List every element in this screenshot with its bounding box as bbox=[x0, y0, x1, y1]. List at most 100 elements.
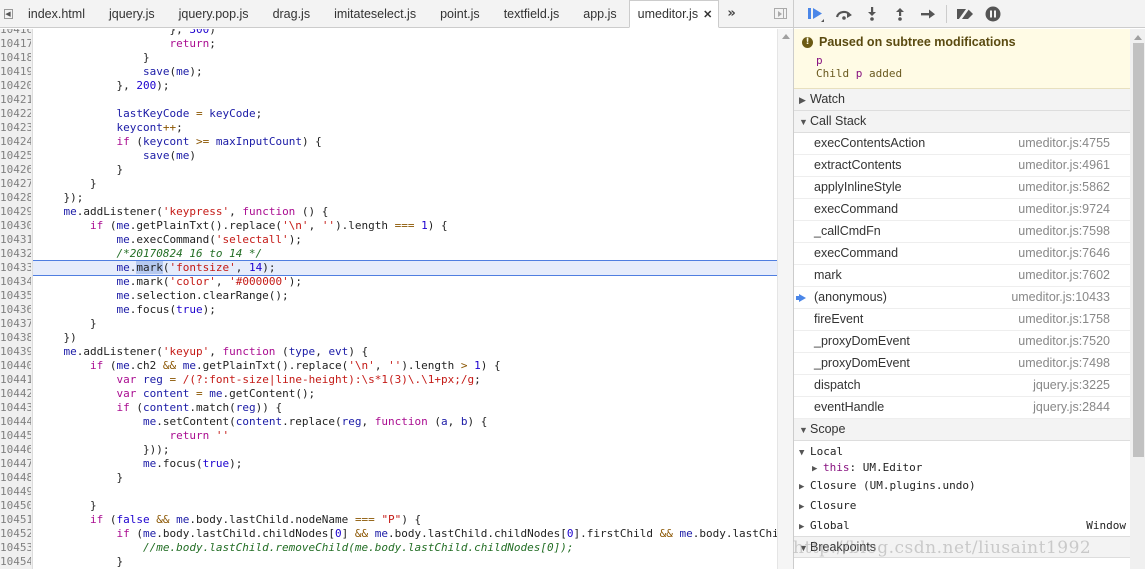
line-number[interactable]: 10427 bbox=[0, 177, 31, 191]
tab-index-html[interactable]: index.html bbox=[16, 0, 97, 27]
line-number[interactable]: 10444 bbox=[0, 415, 31, 429]
toggle-navigator-button[interactable]: ◀ bbox=[0, 0, 16, 27]
frame-location-link[interactable]: umeditor.js:4961 bbox=[1018, 155, 1110, 176]
call-frame[interactable]: execCommand umeditor.js:9724 bbox=[794, 199, 1130, 221]
line-number[interactable]: 10433 bbox=[0, 261, 31, 275]
step-out-button[interactable] bbox=[886, 0, 914, 28]
step-over-button[interactable] bbox=[830, 0, 858, 28]
code-line[interactable]: 10417 return; bbox=[0, 37, 777, 51]
code-line-current[interactable]: 10433 me.mark('fontsize', 14); bbox=[0, 260, 777, 276]
line-number[interactable]: 10416 bbox=[0, 29, 31, 37]
code-line[interactable]: 10425 save(me) bbox=[0, 149, 777, 163]
frame-location-link[interactable]: umeditor.js:1758 bbox=[1018, 309, 1110, 330]
tab-textfield-js[interactable]: textfield.js bbox=[492, 0, 572, 27]
line-number[interactable]: 10428 bbox=[0, 191, 31, 205]
call-frame[interactable]: mark umeditor.js:7602 bbox=[794, 265, 1130, 287]
step-button[interactable] bbox=[914, 0, 942, 28]
code-line[interactable]: 10421 bbox=[0, 93, 777, 107]
call-frame[interactable]: execContentsAction umeditor.js:4755 bbox=[794, 133, 1130, 155]
resume-button[interactable] bbox=[802, 0, 830, 28]
debugger-scrollbar[interactable] bbox=[1130, 29, 1145, 569]
line-number[interactable]: 10422 bbox=[0, 107, 31, 121]
line-number[interactable]: 10436 bbox=[0, 303, 31, 317]
line-number[interactable]: 10430 bbox=[0, 219, 31, 233]
line-number[interactable]: 10438 bbox=[0, 331, 31, 345]
frame-location-link[interactable]: umeditor.js:9724 bbox=[1018, 199, 1110, 220]
line-number[interactable]: 10420 bbox=[0, 79, 31, 93]
code-line[interactable]: 10426 } bbox=[0, 163, 777, 177]
code-line[interactable]: 10427 } bbox=[0, 177, 777, 191]
tab-imitateselect-js[interactable]: imitateselect.js bbox=[322, 0, 428, 27]
code-line[interactable]: 10422 lastKeyCode = keyCode; bbox=[0, 107, 777, 121]
tab-jquery-pop-js[interactable]: jquery.pop.js bbox=[167, 0, 261, 27]
line-number[interactable]: 10419 bbox=[0, 65, 31, 79]
line-number[interactable]: 10449 bbox=[0, 485, 31, 499]
frame-location-link[interactable]: umeditor.js:7598 bbox=[1018, 221, 1110, 242]
more-tabs-button[interactable]: » bbox=[719, 0, 743, 27]
call-frame[interactable]: dispatch jquery.js:3225 bbox=[794, 375, 1130, 397]
call-frame[interactable]: extractContents umeditor.js:4961 bbox=[794, 155, 1130, 177]
frame-location-link[interactable]: umeditor.js:7646 bbox=[1018, 243, 1110, 264]
scope-closure-undo[interactable]: ▶ Closure (UM.plugins.undo) bbox=[794, 476, 1130, 496]
pause-on-exceptions-button[interactable] bbox=[979, 0, 1007, 28]
step-into-button[interactable] bbox=[858, 0, 886, 28]
code-line[interactable]: 10416 }, 300) bbox=[0, 29, 777, 37]
line-number[interactable]: 10454 bbox=[0, 555, 31, 569]
call-frame-current[interactable]: (anonymous) umeditor.js:10433 bbox=[794, 287, 1130, 309]
call-frame[interactable]: eventHandle jquery.js:2844 bbox=[794, 397, 1130, 419]
scope-this-property[interactable]: ▶ this: UM.Editor bbox=[794, 460, 1130, 476]
code-line[interactable]: 10448 } bbox=[0, 471, 777, 485]
code-line[interactable]: 10419 save(me); bbox=[0, 65, 777, 79]
line-number[interactable]: 10434 bbox=[0, 275, 31, 289]
code-line[interactable]: 10432 /*20170824 16 to 14 */ bbox=[0, 247, 777, 261]
line-number[interactable]: 10432 bbox=[0, 247, 31, 261]
tab-app-js[interactable]: app.js bbox=[571, 0, 628, 27]
code-scrollbar[interactable] bbox=[777, 29, 793, 569]
code-line[interactable]: 10423 keycont++; bbox=[0, 121, 777, 135]
frame-location-link[interactable]: jquery.js:3225 bbox=[1033, 375, 1110, 396]
line-number[interactable]: 10452 bbox=[0, 527, 31, 541]
code-line[interactable]: 10445 return '' bbox=[0, 429, 777, 443]
scrollbar-thumb[interactable] bbox=[1133, 43, 1144, 457]
code-line[interactable]: 10420 }, 200); bbox=[0, 79, 777, 93]
code-line[interactable]: 10443 if (content.match(reg)) { bbox=[0, 401, 777, 415]
scroll-up-arrow-icon[interactable] bbox=[1134, 35, 1142, 40]
code-editor[interactable]: 10416 }, 300) 10417 return; 10418 } 10419 s… bbox=[0, 29, 777, 569]
scroll-up-arrow-icon[interactable] bbox=[782, 34, 790, 39]
call-stack-section-header[interactable]: ▼ Call Stack bbox=[794, 111, 1130, 133]
line-number[interactable]: 10437 bbox=[0, 317, 31, 331]
watch-section-header[interactable]: ▶ Watch bbox=[794, 89, 1130, 111]
paused-node[interactable]: p bbox=[816, 54, 1122, 67]
tab-jquery-js[interactable]: jquery.js bbox=[97, 0, 167, 27]
tab-drag-js[interactable]: drag.js bbox=[261, 0, 323, 27]
scope-local[interactable]: ▼ Local bbox=[794, 444, 1130, 460]
line-number[interactable]: 10448 bbox=[0, 471, 31, 485]
code-line[interactable]: 10435 me.selection.clearRange(); bbox=[0, 289, 777, 303]
frame-location-link[interactable]: umeditor.js:7498 bbox=[1018, 353, 1110, 374]
line-number[interactable]: 10429 bbox=[0, 205, 31, 219]
line-number[interactable]: 10440 bbox=[0, 359, 31, 373]
line-number[interactable]: 10450 bbox=[0, 499, 31, 513]
code-line[interactable]: 10447 me.focus(true); bbox=[0, 457, 777, 471]
frame-location-link[interactable]: umeditor.js:7520 bbox=[1018, 331, 1110, 352]
code-line[interactable]: 10451 if (false && me.body.lastChild.nod… bbox=[0, 513, 777, 527]
line-number[interactable]: 10423 bbox=[0, 121, 31, 135]
code-line[interactable]: 10446 })); bbox=[0, 443, 777, 457]
code-line[interactable]: 10429 me.addListener('keypress', functio… bbox=[0, 205, 777, 219]
code-line[interactable]: 10438 }) bbox=[0, 331, 777, 345]
call-frame[interactable]: _callCmdFn umeditor.js:7598 bbox=[794, 221, 1130, 243]
code-line[interactable]: 10441 var reg = /(?:font-size|line-heigh… bbox=[0, 373, 777, 387]
frame-location-link[interactable]: jquery.js:2844 bbox=[1033, 397, 1110, 418]
code-line[interactable]: 10450 } bbox=[0, 499, 777, 513]
line-number[interactable]: 10447 bbox=[0, 457, 31, 471]
call-frame[interactable]: _proxyDomEvent umeditor.js:7498 bbox=[794, 353, 1130, 375]
tab-umeditor-js[interactable]: umeditor.js ✕ bbox=[628, 0, 720, 28]
line-number[interactable]: 10418 bbox=[0, 51, 31, 65]
code-line[interactable]: 10434 me.mark('color', '#000000'); bbox=[0, 275, 777, 289]
call-frame[interactable]: applyInlineStyle umeditor.js:5862 bbox=[794, 177, 1130, 199]
call-frame[interactable]: _proxyDomEvent umeditor.js:7520 bbox=[794, 331, 1130, 353]
code-line[interactable]: 10431 me.execCommand('selectall'); bbox=[0, 233, 777, 247]
call-frame[interactable]: execCommand umeditor.js:7646 bbox=[794, 243, 1130, 265]
line-number[interactable]: 10453 bbox=[0, 541, 31, 555]
line-number[interactable]: 10431 bbox=[0, 233, 31, 247]
